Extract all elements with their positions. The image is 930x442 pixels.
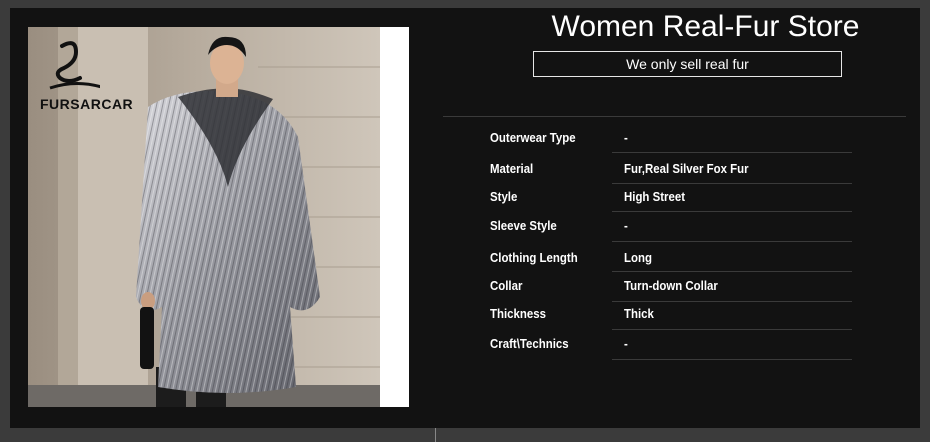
spec-label: Material	[490, 161, 534, 176]
divider	[612, 152, 852, 153]
spec-label: Sleeve Style	[490, 218, 557, 233]
spec-value: High Street	[624, 189, 686, 204]
divider	[612, 359, 852, 360]
spec-value: -	[624, 218, 628, 233]
spec-row: Outerwear Type -	[0, 130, 930, 158]
divider	[612, 241, 852, 242]
spec-label: Craft\Technics	[490, 336, 569, 351]
spec-label: Clothing Length	[490, 250, 578, 265]
divider	[612, 183, 852, 184]
divider	[612, 271, 852, 272]
spec-value: -	[624, 130, 628, 145]
spec-row: Clothing Length Long	[0, 250, 930, 278]
spec-value: Thick	[624, 306, 654, 321]
product-specs-table: Outerwear Type - Material Fur,Real Silve…	[0, 0, 930, 442]
divider	[612, 329, 852, 330]
spec-value: Long	[624, 250, 652, 265]
spec-label: Thickness	[490, 306, 546, 321]
spec-label: Style	[490, 189, 518, 204]
divider	[612, 301, 852, 302]
spec-value: Fur,Real Silver Fox Fur	[624, 161, 749, 176]
spec-label: Outerwear Type	[490, 130, 576, 145]
spec-row: Material Fur,Real Silver Fox Fur	[0, 161, 930, 189]
spec-label: Collar	[490, 278, 523, 293]
spec-value: -	[624, 336, 628, 351]
spec-row: Style High Street	[0, 189, 930, 217]
divider	[612, 211, 852, 212]
spec-value: Turn-down Collar	[624, 278, 718, 293]
